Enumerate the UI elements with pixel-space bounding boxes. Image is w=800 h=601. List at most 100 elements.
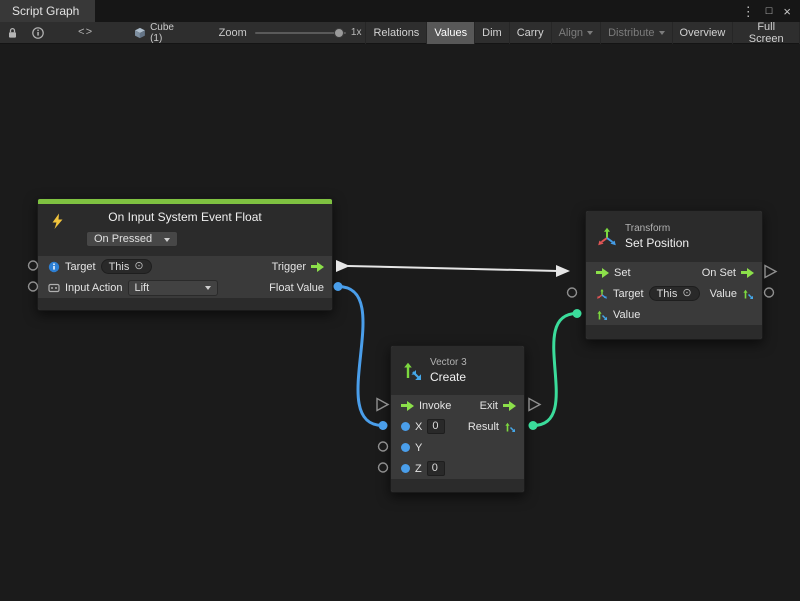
- input-action-dropdown[interactable]: Lift: [128, 280, 218, 296]
- values-button[interactable]: Values: [426, 22, 474, 44]
- port-setposition-target-input[interactable]: [568, 288, 577, 297]
- chevron-down-icon: [205, 286, 211, 290]
- port-exit-output[interactable]: [529, 399, 540, 411]
- zoom-slider[interactable]: [255, 27, 346, 39]
- port-value-output[interactable]: [765, 288, 774, 297]
- z-input-field[interactable]: 0: [427, 461, 445, 476]
- info-icon[interactable]: [25, 22, 51, 43]
- distribute-button[interactable]: Distribute: [600, 22, 671, 44]
- node-vector3-create[interactable]: Vector 3 Create Invoke Exit X 0: [390, 345, 525, 493]
- wire-floatvalue-to-x[interactable]: [334, 282, 388, 430]
- port-on-set-output[interactable]: [765, 266, 776, 278]
- carry-button[interactable]: Carry: [509, 22, 551, 44]
- port-x-input[interactable]: [379, 421, 388, 430]
- port-result-output[interactable]: [529, 421, 538, 430]
- exit-port-label: Exit: [480, 400, 498, 412]
- float-port-icon[interactable]: [401, 443, 410, 452]
- transform-type-icon[interactable]: [596, 288, 608, 300]
- graph-object-label: Cube (1): [150, 22, 189, 44]
- window-menu-icon[interactable]: ⋮: [742, 5, 755, 18]
- float-port-icon[interactable]: [401, 422, 410, 431]
- graph-object[interactable]: Cube (1): [134, 22, 188, 44]
- set-port-label: Set: [614, 267, 631, 279]
- chevron-down-icon: [659, 31, 665, 35]
- input-action-row: Input Action Lift Float Value: [38, 277, 332, 298]
- flow-arrow-icon[interactable]: [596, 268, 609, 278]
- node-title: Set Position: [625, 236, 689, 250]
- target-port-label: Target: [65, 261, 96, 273]
- zoom-slider-handle[interactable]: [334, 28, 344, 38]
- wire-trigger-to-set[interactable]: [336, 260, 570, 277]
- node-on-input-system-event-float[interactable]: On Input System Event Float On Pressed: [37, 198, 333, 311]
- result-port-label: Result: [468, 421, 499, 433]
- float-value-port-label: Float Value: [269, 282, 324, 294]
- input-action-icon: [48, 282, 60, 294]
- y-row: Y: [391, 437, 524, 458]
- carry-button-label: Carry: [517, 27, 544, 39]
- node-transform-set-position[interactable]: Transform Set Position Set On Set: [585, 210, 763, 340]
- node-title: On Input System Event Float: [46, 210, 324, 224]
- gameobject-icon: [48, 261, 60, 273]
- float-port-icon[interactable]: [401, 464, 410, 473]
- align-button[interactable]: Align: [551, 22, 600, 44]
- window-controls: ⋮ □ ×: [742, 0, 800, 22]
- maximize-icon[interactable]: □: [766, 6, 773, 17]
- relations-button[interactable]: Relations: [365, 22, 426, 44]
- tab-script-graph[interactable]: Script Graph: [0, 0, 95, 22]
- on-set-port-label: On Set: [702, 267, 736, 279]
- titlebar: Script Graph ⋮ □ ×: [0, 0, 800, 22]
- zoom-label: Zoom: [219, 27, 247, 39]
- x-row: X 0 Result: [391, 416, 524, 437]
- wire-result-to-value[interactable]: [529, 309, 582, 430]
- code-icon[interactable]: <>: [71, 22, 100, 43]
- dim-button[interactable]: Dim: [474, 22, 509, 44]
- target-object-field[interactable]: This ⊙: [649, 286, 700, 301]
- flow-arrow-icon[interactable]: [503, 401, 516, 411]
- object-picker-icon[interactable]: ⊙: [134, 261, 143, 272]
- graph-canvas[interactable]: On Input System Event Float On Pressed: [0, 44, 800, 601]
- set-row: Set On Set: [586, 262, 762, 283]
- align-button-label: Align: [559, 27, 583, 39]
- x-input-field[interactable]: 0: [427, 419, 445, 434]
- flow-arrow-icon[interactable]: [311, 262, 324, 272]
- input-action-port-label: Input Action: [65, 282, 123, 294]
- overview-button[interactable]: Overview: [672, 22, 733, 44]
- zoom-value: 1x: [351, 27, 362, 38]
- y-port-label: Y: [415, 442, 422, 454]
- overview-button-label: Overview: [680, 27, 726, 39]
- target-object-field[interactable]: This ⊙: [101, 259, 152, 274]
- vector3-node-header: Vector 3 Create: [391, 346, 524, 395]
- port-invoke-input[interactable]: [377, 399, 388, 411]
- event-mode-value: On Pressed: [94, 233, 152, 245]
- lightning-icon: [49, 213, 66, 235]
- dim-button-label: Dim: [482, 27, 502, 39]
- script-graph-window: Script Graph ⋮ □ × <>: [0, 0, 800, 601]
- port-float-value-output[interactable]: [334, 282, 343, 291]
- cube-icon: [134, 27, 146, 39]
- flow-arrow-icon[interactable]: [401, 401, 414, 411]
- lock-icon[interactable]: [0, 22, 25, 43]
- full-screen-button[interactable]: Full Screen: [732, 22, 800, 44]
- node-footer: [391, 479, 524, 492]
- value-out-port-label: Value: [710, 288, 737, 300]
- object-picker-icon[interactable]: ⊙: [682, 288, 691, 299]
- port-value-input[interactable]: [573, 309, 582, 318]
- invoke-port-label: Invoke: [419, 400, 451, 412]
- event-mode-dropdown[interactable]: On Pressed: [86, 231, 178, 247]
- graph-toolbar: <> Cube (1) Zoom 1x Relations Values Dim: [0, 22, 800, 44]
- flow-arrow-icon[interactable]: [741, 268, 754, 278]
- vector3-type-icon[interactable]: [504, 421, 516, 433]
- relations-button-label: Relations: [373, 27, 419, 39]
- transform-node-header: Transform Set Position: [586, 211, 762, 262]
- port-y-input[interactable]: [379, 442, 388, 451]
- input-action-value: Lift: [135, 282, 150, 294]
- distribute-button-label: Distribute: [608, 27, 654, 39]
- vector3-type-icon[interactable]: [742, 288, 754, 300]
- node-category: Vector 3: [430, 357, 467, 368]
- close-icon[interactable]: ×: [783, 5, 791, 18]
- port-z-input[interactable]: [379, 463, 388, 472]
- target-object-value: This: [657, 288, 678, 300]
- zoom-slider-track[interactable]: [255, 32, 346, 34]
- vector3-type-icon[interactable]: [596, 309, 608, 321]
- node-title: Create: [430, 370, 467, 384]
